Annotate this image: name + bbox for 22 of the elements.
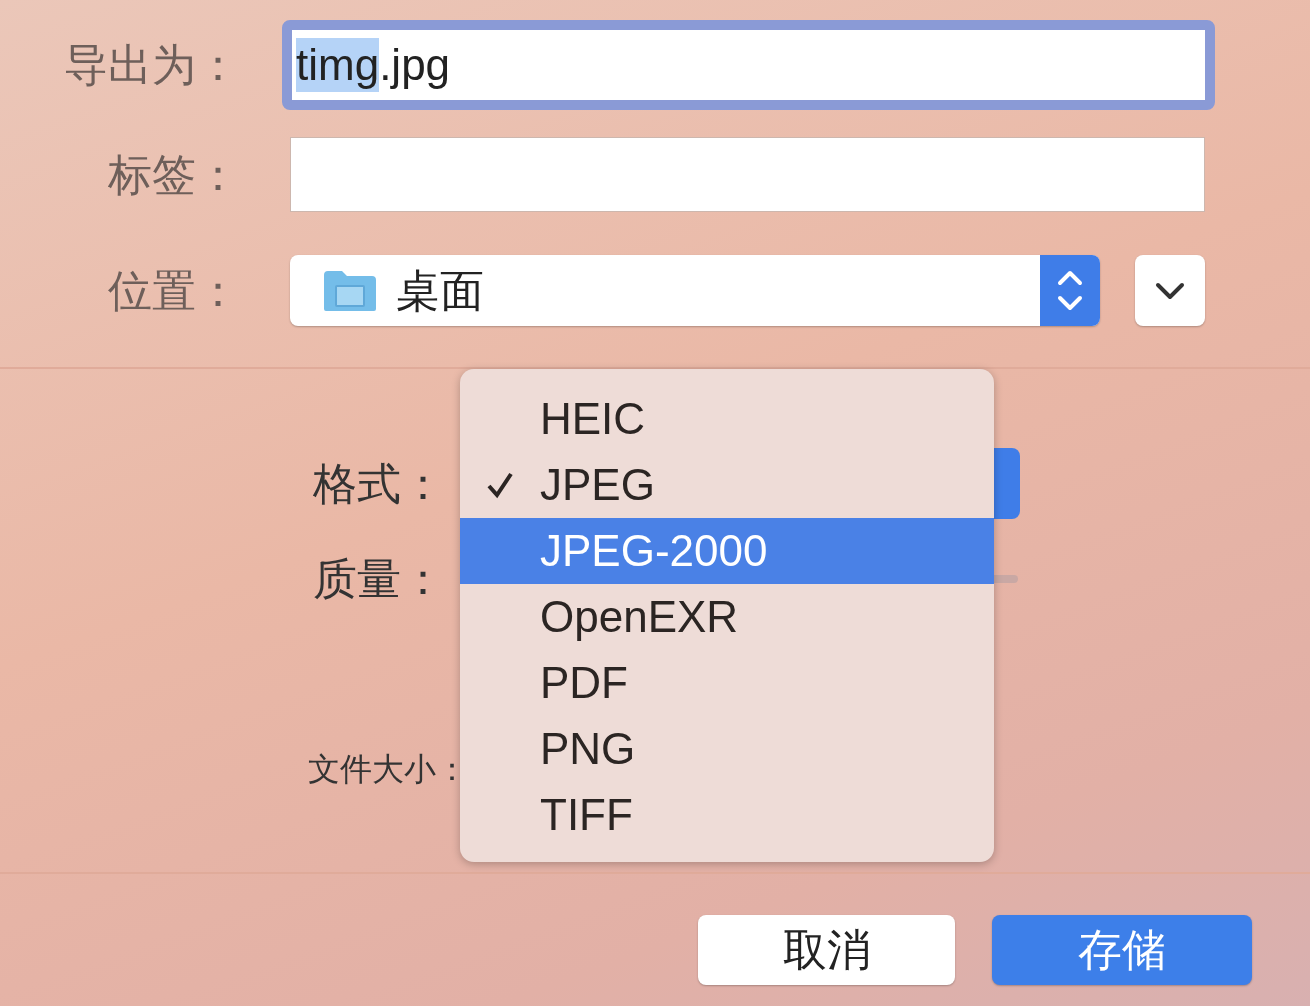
field-label: 位置： bbox=[107, 268, 240, 313]
text-field[interactable]: timg.jpg bbox=[282, 20, 1215, 110]
menu-item[interactable]: OpenEXR bbox=[460, 584, 994, 650]
field-label: 导出为： bbox=[63, 43, 240, 87]
menu-item[interactable]: TIFF bbox=[460, 782, 994, 848]
save-button[interactable]: 存储 bbox=[992, 915, 1252, 985]
location-value: 桌面 bbox=[396, 268, 484, 313]
location-popup[interactable]: 桌面 bbox=[290, 255, 1100, 326]
cancel-button[interactable]: 取消 bbox=[698, 915, 955, 985]
stepper-icon bbox=[1040, 255, 1100, 326]
menu-item[interactable]: PDF bbox=[460, 650, 994, 716]
folder-icon bbox=[322, 268, 378, 313]
menu-item[interactable]: JPEG-2000 bbox=[460, 518, 994, 584]
field-label: 标签： bbox=[107, 152, 240, 197]
menu-item[interactable]: JPEG bbox=[460, 452, 994, 518]
expand-button[interactable] bbox=[1135, 255, 1205, 326]
menu-item[interactable]: HEIC bbox=[460, 386, 994, 452]
format-label: 格式： bbox=[312, 461, 445, 506]
chevron-down-icon bbox=[1155, 281, 1185, 300]
quality-label: 质量： bbox=[312, 557, 445, 601]
checkmark-icon bbox=[485, 470, 515, 500]
text-field[interactable] bbox=[290, 137, 1205, 212]
